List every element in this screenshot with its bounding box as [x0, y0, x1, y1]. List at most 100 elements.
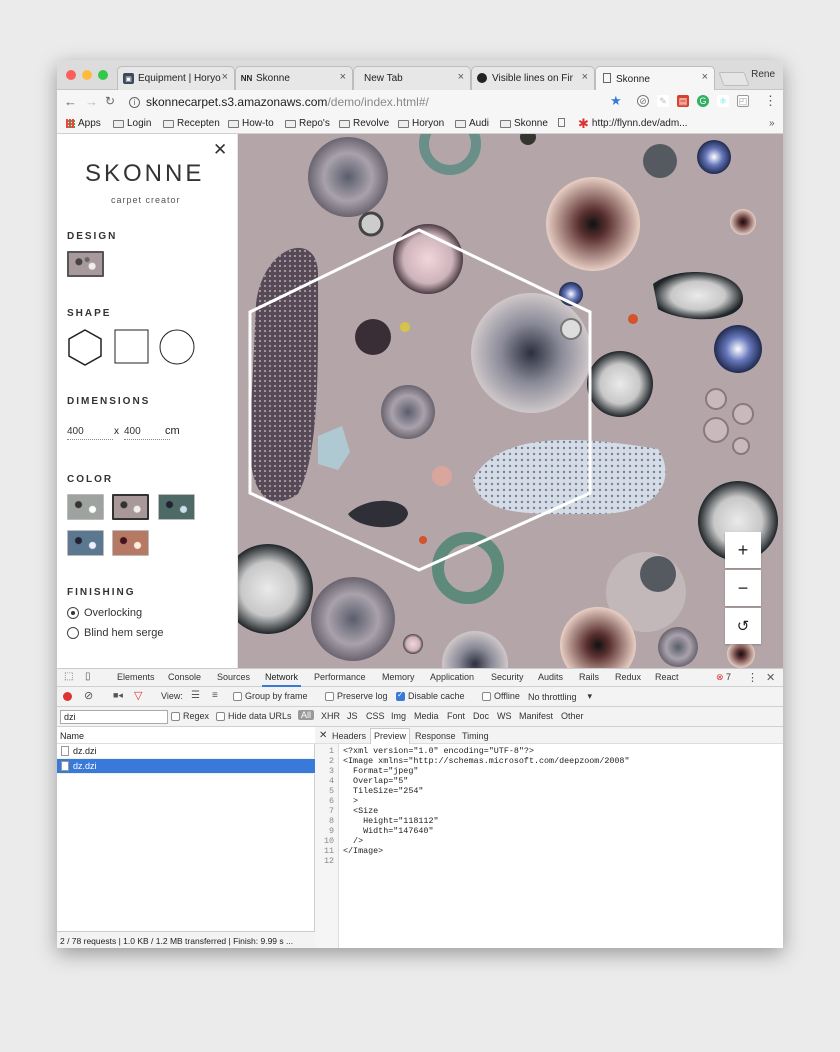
- bookmark-item[interactable]: [558, 118, 565, 127]
- devtools-tab-security[interactable]: Security: [491, 672, 524, 682]
- bookmark-item[interactable]: Login: [113, 118, 151, 129]
- type-filter-media[interactable]: Media: [414, 711, 439, 721]
- bookmark-item[interactable]: Horyon: [398, 118, 444, 129]
- devtools-tab-console[interactable]: Console: [168, 672, 201, 682]
- devtools-tab-elements[interactable]: Elements: [117, 672, 155, 682]
- color-swatch[interactable]: [67, 494, 104, 520]
- devtools-tab-audits[interactable]: Audits: [538, 672, 563, 682]
- bookmark-item[interactable]: ✱ http://flynn.dev/adm...: [578, 117, 688, 130]
- square-shape-option[interactable]: [113, 328, 149, 366]
- profile-name[interactable]: Rene: [751, 69, 775, 80]
- circle-shape-option[interactable]: [158, 328, 196, 366]
- devtools-menu-icon[interactable]: ⋮: [747, 671, 758, 684]
- bookmark-item[interactable]: Audi: [455, 118, 489, 129]
- checkbox-icon[interactable]: [171, 711, 180, 721]
- forward-icon[interactable]: →: [85, 94, 98, 109]
- finishing-option-blind-hem[interactable]: Blind hem serge: [67, 627, 164, 639]
- group-by-frame-checkbox[interactable]: Group by frame: [233, 691, 308, 701]
- address-bar[interactable]: i skonnecarpet.s3.amazonaws.com/demo/ind…: [129, 93, 629, 111]
- close-icon[interactable]: ✕: [213, 140, 227, 160]
- inspect-element-icon[interactable]: ⬚: [64, 671, 73, 682]
- new-tab-button[interactable]: [718, 72, 750, 86]
- maximize-window-icon[interactable]: [98, 70, 108, 80]
- block-extension-icon[interactable]: ⊘: [637, 95, 649, 107]
- hexagon-shape-option[interactable]: [67, 328, 103, 366]
- filter-input[interactable]: dzi: [60, 710, 168, 724]
- device-toolbar-icon[interactable]: ▯: [85, 671, 91, 682]
- bookmark-item[interactable]: Revolve: [339, 118, 389, 129]
- color-swatch[interactable]: [158, 494, 195, 520]
- devtools-tab-react[interactable]: React: [655, 672, 679, 682]
- detail-tab-response[interactable]: Response: [415, 731, 456, 741]
- browser-tab[interactable]: New Tab ×: [353, 66, 471, 90]
- zoom-out-button[interactable]: −: [725, 570, 761, 606]
- browser-tab[interactable]: Visible lines on Fir ×: [471, 66, 595, 90]
- detail-tab-timing[interactable]: Timing: [462, 731, 489, 741]
- preserve-log-checkbox[interactable]: Preserve log: [325, 691, 388, 701]
- capture-screenshots-icon[interactable]: ■◂: [113, 690, 123, 701]
- devtools-tab-sources[interactable]: Sources: [217, 672, 250, 682]
- react-devtools-icon[interactable]: ⚛: [717, 95, 729, 107]
- radio-selected-icon[interactable]: [67, 607, 79, 619]
- reset-view-button[interactable]: ↺: [725, 608, 761, 644]
- type-filter-manifest[interactable]: Manifest: [519, 711, 553, 721]
- info-icon[interactable]: i: [129, 96, 140, 108]
- carpet-preview-canvas[interactable]: [238, 134, 783, 668]
- zoom-in-button[interactable]: +: [725, 532, 761, 568]
- type-filter-font[interactable]: Font: [447, 711, 465, 721]
- cast-icon[interactable]: ◰: [737, 95, 749, 107]
- red-extension-icon[interactable]: ▤: [677, 95, 689, 107]
- bookmark-item[interactable]: How-to: [228, 118, 274, 129]
- waterfall-icon[interactable]: ≡: [212, 690, 218, 701]
- devtools-tab-memory[interactable]: Memory: [382, 672, 415, 682]
- devtools-tab-redux[interactable]: Redux: [615, 672, 641, 682]
- close-tab-icon[interactable]: ×: [702, 71, 708, 83]
- error-count-badge[interactable]: ⊗ 7: [716, 672, 731, 683]
- throttling-select[interactable]: No throttling ▾: [528, 691, 592, 702]
- request-row-selected[interactable]: dz.dzi: [57, 759, 315, 774]
- name-column-header[interactable]: Name: [57, 727, 315, 744]
- detail-tab-preview[interactable]: Preview: [370, 728, 411, 744]
- grammarly-icon[interactable]: G: [697, 95, 709, 107]
- more-bookmarks-icon[interactable]: »: [769, 118, 775, 129]
- devtools-tab-performance[interactable]: Performance: [314, 672, 366, 682]
- close-tab-icon[interactable]: ×: [458, 71, 464, 83]
- pen-extension-icon[interactable]: ✎: [657, 95, 669, 107]
- bookmark-apps[interactable]: Apps: [66, 118, 101, 129]
- record-icon[interactable]: [63, 692, 72, 701]
- height-input[interactable]: 400: [124, 426, 170, 440]
- type-filter-ws[interactable]: WS: [497, 711, 512, 721]
- browser-tab-active[interactable]: Skonne ×: [595, 66, 715, 91]
- close-tab-icon[interactable]: ×: [582, 71, 588, 83]
- reload-icon[interactable]: ↻: [105, 94, 115, 108]
- back-icon[interactable]: ←: [64, 94, 77, 109]
- finishing-option-overlocking[interactable]: Overlocking: [67, 607, 142, 619]
- type-filter-other[interactable]: Other: [561, 711, 584, 721]
- devtools-tab-rails[interactable]: Rails: [579, 672, 599, 682]
- color-swatch[interactable]: [112, 530, 149, 556]
- type-filter-all[interactable]: All: [298, 710, 315, 720]
- checkbox-icon[interactable]: [325, 691, 334, 701]
- close-tab-icon[interactable]: ×: [222, 71, 228, 83]
- close-detail-icon[interactable]: ✕: [319, 730, 327, 741]
- bookmark-item[interactable]: Skonne: [500, 118, 548, 129]
- design-swatch[interactable]: [67, 251, 104, 277]
- type-filter-js[interactable]: JS: [347, 711, 358, 721]
- disable-cache-checkbox[interactable]: Disable cache: [396, 690, 465, 701]
- minimize-window-icon[interactable]: [82, 70, 92, 80]
- filter-icon[interactable]: ▽: [134, 689, 142, 702]
- color-swatch[interactable]: [67, 530, 104, 556]
- checkbox-icon[interactable]: [216, 711, 225, 721]
- browser-tab[interactable]: NN Skonne ×: [235, 66, 353, 90]
- devtools-tab-network[interactable]: Network: [261, 672, 302, 687]
- color-swatch-selected[interactable]: [112, 494, 149, 520]
- bookmark-item[interactable]: Repo's: [285, 118, 330, 129]
- width-input[interactable]: 400: [67, 426, 113, 440]
- regex-checkbox[interactable]: Regex: [171, 711, 209, 721]
- type-filter-css[interactable]: CSS: [366, 711, 385, 721]
- offline-checkbox[interactable]: Offline: [482, 691, 520, 701]
- large-rows-icon[interactable]: ☰: [191, 690, 200, 701]
- type-filter-xhr[interactable]: XHR: [321, 711, 340, 721]
- checkbox-icon[interactable]: [482, 691, 491, 701]
- menu-kebab-icon[interactable]: ⋮: [764, 93, 777, 109]
